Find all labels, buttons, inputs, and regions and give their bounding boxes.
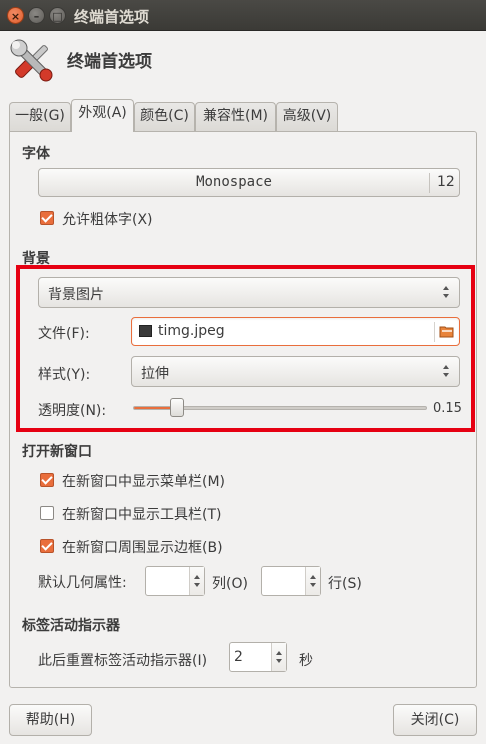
font-chooser-button[interactable]: Monospace 12	[38, 168, 460, 197]
annotation-highlight-box	[16, 265, 475, 432]
spin-down-icon[interactable]	[276, 659, 282, 663]
reset-indicator-value: 2	[234, 649, 243, 665]
font-name: Monospace	[196, 174, 272, 190]
rows-label: 行(S)	[328, 576, 362, 592]
spin-down-icon[interactable]	[310, 583, 316, 587]
reset-indicator-spinbutton[interactable]: 2	[229, 642, 287, 672]
dialog-heading: 终端首选项	[67, 52, 152, 72]
show-border-checkbox[interactable]	[40, 539, 54, 553]
columns-spin-buttons[interactable]	[189, 567, 204, 595]
geometry-label: 默认几何属性:	[38, 575, 127, 591]
show-menubar-checkbox[interactable]	[40, 473, 54, 487]
spin-up-icon[interactable]	[310, 575, 316, 579]
columns-label: 列(O)	[212, 576, 248, 592]
spin-down-icon[interactable]	[194, 583, 200, 587]
font-section-title: 字体	[22, 146, 50, 162]
window-close-button[interactable]: ×	[7, 7, 24, 24]
window-titlebar[interactable]: × – □ 终端首选项	[0, 0, 486, 31]
allow-bold-checkbox[interactable]	[40, 211, 54, 225]
tab-advanced[interactable]: 高级(V)	[276, 102, 338, 131]
tab-colors[interactable]: 颜色(C)	[134, 102, 195, 131]
spin-up-icon[interactable]	[194, 575, 200, 579]
tab-appearance[interactable]: 外观(A)	[71, 99, 134, 132]
dialog-header: 终端首选项	[0, 31, 486, 93]
spin-up-icon[interactable]	[276, 651, 282, 655]
show-toolbar-label[interactable]: 在新窗口中显示工具栏(T)	[62, 504, 221, 524]
tab-indicator-section-title: 标签活动指示器	[22, 618, 120, 634]
show-toolbar-checkbox[interactable]	[40, 506, 54, 520]
allow-bold-label[interactable]: 允许粗体字(X)	[62, 209, 153, 229]
columns-spinbutton[interactable]	[145, 566, 205, 596]
seconds-label: 秒	[299, 653, 313, 669]
close-button[interactable]: 关闭(C)	[393, 704, 477, 736]
window-maximize-button[interactable]: □	[49, 7, 66, 24]
preferences-tools-icon	[10, 39, 53, 82]
font-size: 12	[437, 174, 455, 190]
reset-spin-buttons[interactable]	[271, 643, 286, 671]
help-button[interactable]: 帮助(H)	[9, 704, 92, 736]
font-button-separator	[429, 173, 430, 193]
tab-compatibility[interactable]: 兼容性(M)	[195, 102, 276, 131]
window-minimize-button[interactable]: –	[28, 7, 45, 24]
rows-spin-buttons[interactable]	[305, 567, 320, 595]
window-title: 终端首选项	[74, 8, 150, 26]
rows-spinbutton[interactable]	[261, 566, 321, 596]
show-border-label[interactable]: 在新窗口周围显示边框(B)	[62, 537, 223, 557]
tab-general[interactable]: 一般(G)	[9, 102, 71, 131]
show-menubar-label[interactable]: 在新窗口中显示菜单栏(M)	[62, 471, 225, 491]
new-window-section-title: 打开新窗口	[22, 444, 92, 460]
reset-indicator-label: 此后重置标签活动指示器(I)	[38, 653, 208, 669]
